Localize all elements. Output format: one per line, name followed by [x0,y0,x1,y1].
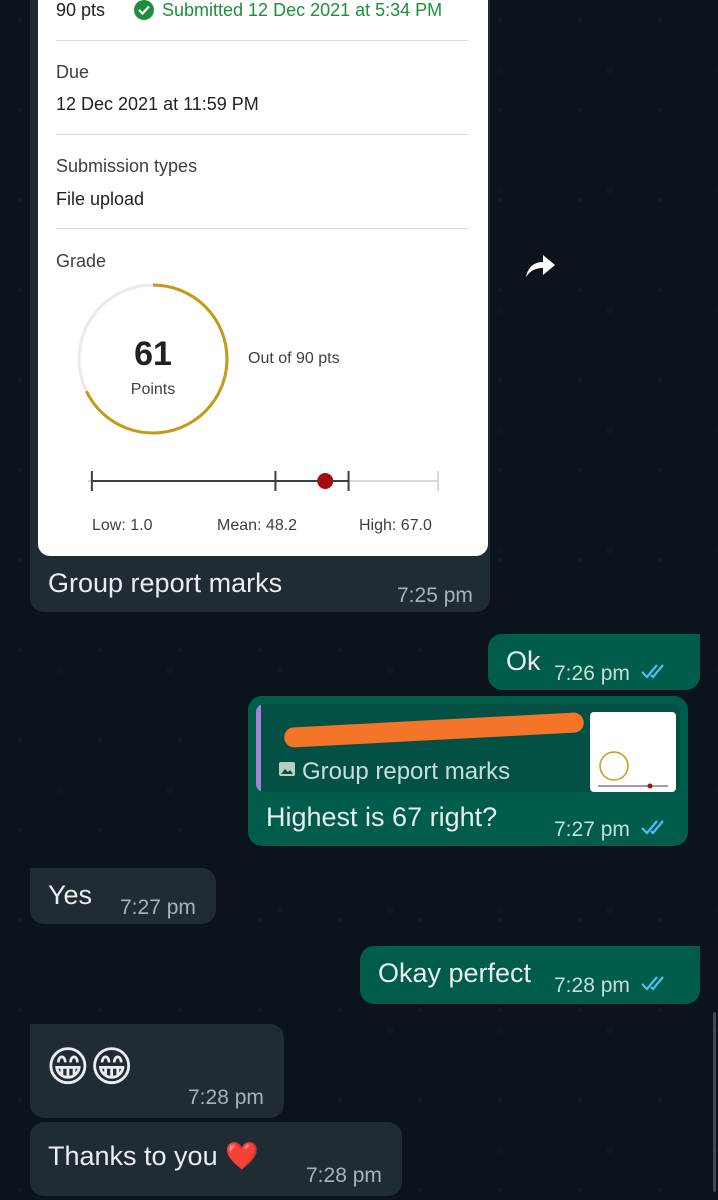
double-check-icon [641,976,664,991]
message-bubble-incoming[interactable]: Yes 7:27 pm [30,868,216,924]
message-text: Group report marks [48,568,283,598]
grade-label: Grade [56,251,107,271]
submission-types-label: Submission types [56,156,198,176]
quoted-text: Group report marks [302,758,511,785]
message-time: 7:25 pm [397,584,473,607]
due-value: 12 Dec 2021 at 11:59 PM [56,94,259,114]
points-label: 90 pts [56,0,106,20]
message-bubble-incoming[interactable]: 😁😁 7:28 pm [30,1024,284,1118]
grade-value: 61 [134,335,172,373]
double-check-icon [641,664,664,679]
forward-arrow-icon[interactable] [518,245,562,289]
divider [56,134,468,135]
image-icon [278,760,296,783]
message-bubble-outgoing[interactable]: Ok 7:26 pm [488,634,700,690]
message-time: 7:28 pm [188,1086,264,1109]
message-time: 7:28 pm [554,974,630,997]
grinning-face-emoji: 😁😁 [46,1043,134,1090]
divider [56,228,468,229]
assignment-screenshot[interactable]: 90 pts Submitted 12 Dec 2021 at 5:34 PM … [38,0,488,556]
message-bubble-reply[interactable]: Group report marks Highest is 67 right? … [248,696,688,846]
scrollbar[interactable] [713,1012,716,1192]
check-circle-icon [133,0,155,26]
submission-types-value: File upload [56,189,145,209]
double-check-icon [641,820,664,835]
message-text: Okay perfect [378,958,532,988]
message-text: Thanks to you ❤️ [48,1141,259,1171]
submitted-status: Submitted 12 Dec 2021 at 5:34 PM [162,0,443,20]
message-time: 7:28 pm [306,1164,382,1187]
divider [56,40,468,41]
due-label: Due [56,62,90,82]
quoted-message[interactable]: Group report marks [256,704,680,792]
message-text: Yes [48,880,93,910]
message-time: 7:27 pm [120,896,196,919]
message-text: Ok [506,646,541,676]
high-label: High: 67.0 [359,517,432,534]
redacted-name [283,712,585,748]
message-time: 7:26 pm [554,662,630,685]
message-bubble-incoming[interactable]: Thanks to you ❤️ 7:28 pm [30,1122,402,1196]
message-bubble-outgoing[interactable]: Okay perfect 7:28 pm [360,946,700,1004]
grade-distribution-bar [88,471,439,491]
message-text: Highest is 67 right? [266,802,498,832]
grade-unit: Points [130,381,176,398]
mean-label: Mean: 48.2 [217,517,298,534]
message-time: 7:27 pm [554,818,630,841]
out-of-label: Out of 90 pts [248,350,340,367]
low-label: Low: 1.0 [92,517,153,534]
quoted-thumbnail [590,712,676,792]
quote-accent-bar [256,704,261,792]
